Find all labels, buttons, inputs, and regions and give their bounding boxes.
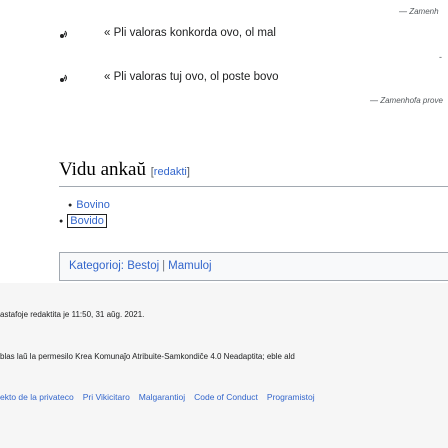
heading-divider [59,186,448,187]
separator-dash: - [439,52,442,62]
see-also-link-bovido[interactable]: Bovido [67,214,107,228]
bullet-icon: ● [68,201,73,209]
category-separator: | [162,260,166,272]
category-box: Kategorioj: Bestoj | Mamuloj [59,252,448,281]
footer-license: blas laŭ la permesilo Krea Komunaĵo Atri… [0,352,295,361]
see-also-link-bovino[interactable]: Bovino [76,199,110,211]
footer-links: ekto de la privateco Pri Vikicitaro Malgar… [0,392,324,402]
edit-section: [redakti] [150,166,190,178]
bullet-icon: ● [59,217,64,225]
quote-attribution-1: — Zamenh [399,7,439,16]
article-content: — Zamenh « Pli valoras konkorda ovo, ol … [0,0,448,283]
footer-link-code-of-conduct[interactable]: Code of Conduct [194,392,258,402]
footer-link-disclaimers[interactable]: Malgarantioj [139,392,185,402]
footer-link-developers[interactable]: Programistoj [267,392,315,402]
quote-text-1: « Pli valoras konkorda ovo, ol mal [104,27,276,39]
list-item: ● Bovido [59,214,107,228]
edit-section-link[interactable]: redakti [154,166,187,178]
quote-attribution-2: — Zamenhofa prove [370,96,443,105]
footer-last-modified: astafoje redaktita je 11:50, 31 aŭg. 202… [0,310,145,319]
category-link-mamuloj[interactable]: Mamuloj [168,260,211,272]
footer-link-privacy[interactable]: ekto de la privateco [0,392,74,402]
list-item: ● Bovino [68,199,110,211]
speaker-icon[interactable] [59,28,71,43]
speaker-icon[interactable] [59,72,71,87]
section-heading-text: Vidu ankaŭ [59,159,146,180]
category-link-bestoj[interactable]: Bestoj [127,260,159,272]
section-heading: Vidu ankaŭ [redakti] [59,159,190,181]
categories-label-link[interactable]: Kategorioj: [69,260,124,272]
footer-link-about[interactable]: Pri Vikicitaro [83,392,130,402]
quote-text-2: « Pli valoras tuj ovo, ol poste bovo [104,71,279,83]
